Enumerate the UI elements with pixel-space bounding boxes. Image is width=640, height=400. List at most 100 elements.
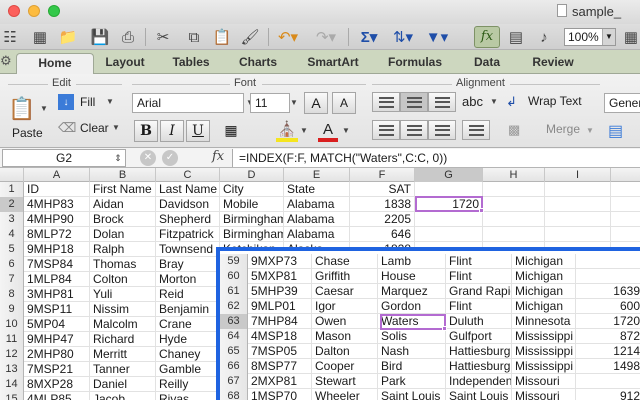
grid-cell[interactable]: Last Name xyxy=(156,182,220,197)
font-color-button[interactable]: A xyxy=(318,120,338,142)
grid-cell[interactable]: Malcolm xyxy=(90,317,156,332)
grid-cell[interactable]: 2MHP80 xyxy=(24,347,90,362)
grid-cell[interactable]: Crane xyxy=(156,317,220,332)
grid-cell[interactable]: Birmingham xyxy=(220,227,284,242)
ribbon-options-icon[interactable]: ⚙ xyxy=(0,53,14,71)
grid-cell[interactable]: State xyxy=(284,182,350,197)
grid-cell[interactable]: Alabama xyxy=(284,227,350,242)
cancel-entry-icon[interactable]: ✕ xyxy=(140,150,156,166)
row-header[interactable]: 5 xyxy=(0,242,24,257)
row-header[interactable]: 2 xyxy=(0,197,24,212)
row-header[interactable]: 11 xyxy=(0,332,24,347)
grid-cell[interactable]: Fitzpatrick xyxy=(156,227,220,242)
grid-cell[interactable] xyxy=(545,212,611,227)
tab-formulas[interactable]: Formulas xyxy=(378,53,452,74)
underline-button[interactable]: U xyxy=(186,120,210,142)
grid-cell[interactable]: 1MLP84 xyxy=(24,272,90,287)
font-color-dropdown-icon[interactable]: ▼ xyxy=(340,122,352,140)
undo-icon[interactable]: ↶▾ xyxy=(274,27,302,47)
row-header[interactable]: 10 xyxy=(0,317,24,332)
row-header[interactable]: 15 xyxy=(0,392,24,400)
grid-cell[interactable]: 9MHP18 xyxy=(24,242,90,257)
clear-button[interactable]: Clear xyxy=(80,120,109,136)
maximize-window-button[interactable] xyxy=(48,5,60,17)
grid-cell[interactable]: 4MHP83 xyxy=(24,197,90,212)
justify-button[interactable] xyxy=(462,120,490,140)
grid-cell[interactable]: Reilly xyxy=(156,377,220,392)
row-header[interactable]: 7 xyxy=(0,272,24,287)
toolbox-icon[interactable]: ▤ xyxy=(506,27,526,47)
grid-cell[interactable]: 9MHP47 xyxy=(24,332,90,347)
align-right-button[interactable] xyxy=(428,120,456,140)
save-icon[interactable]: 💾 xyxy=(90,27,110,47)
row-header[interactable]: 8 xyxy=(0,287,24,302)
merge-dropdown-icon[interactable]: ▼ xyxy=(584,122,596,140)
row-header[interactable]: 6 xyxy=(0,257,24,272)
grid-cell[interactable]: Alabama xyxy=(284,212,350,227)
align-center-button[interactable] xyxy=(400,120,428,140)
grid-cell[interactable] xyxy=(483,212,545,227)
tab-smartart[interactable]: SmartArt xyxy=(298,53,368,74)
grid-cell[interactable]: 2205 xyxy=(350,212,415,227)
tab-review[interactable]: Review xyxy=(522,53,584,74)
column-header-i[interactable]: I xyxy=(545,168,611,182)
filter-icon[interactable]: ▼▾ xyxy=(424,27,450,47)
grid-cell[interactable] xyxy=(483,182,545,197)
name-box-stepper-icon[interactable]: ⇕ xyxy=(112,149,124,167)
grid-cell[interactable] xyxy=(415,212,483,227)
fill-button[interactable]: Fill xyxy=(80,94,95,110)
grid-cell[interactable] xyxy=(483,197,545,212)
autosum-icon[interactable]: Σ▾ xyxy=(356,27,382,47)
redo-icon[interactable]: ↷▾ xyxy=(312,27,340,47)
row-header[interactable]: 4 xyxy=(0,227,24,242)
column-header-d[interactable]: D xyxy=(220,168,284,182)
grid-cell[interactable] xyxy=(545,182,611,197)
merge-icon[interactable]: ▩ xyxy=(508,122,524,138)
clipboard-icon[interactable]: 📋 xyxy=(8,96,38,122)
minimize-window-button[interactable] xyxy=(28,5,40,17)
name-box[interactable]: G2 xyxy=(2,149,126,167)
paste-icon[interactable]: 📋 xyxy=(212,27,232,47)
column-header-b[interactable]: B xyxy=(90,168,156,182)
grid-cell[interactable]: Ralph xyxy=(90,242,156,257)
cut-icon[interactable]: ✂ xyxy=(152,27,174,47)
column-header-a[interactable]: A xyxy=(24,168,90,182)
tab-data[interactable]: Data xyxy=(462,53,512,74)
sort-icon[interactable]: ⇅▾ xyxy=(390,27,416,47)
media-browser-icon[interactable]: ♪ xyxy=(534,27,554,47)
grid-cell[interactable]: 7MSP84 xyxy=(24,257,90,272)
font-size-dropdown-icon[interactable]: ▼ xyxy=(288,94,300,112)
tab-layout[interactable]: Layout xyxy=(96,53,154,74)
grid-cell[interactable]: ID xyxy=(24,182,90,197)
grid-cell[interactable]: 3MHP81 xyxy=(24,287,90,302)
eraser-icon[interactable]: ⌫ xyxy=(58,120,76,136)
help-icon[interactable]: ▦ xyxy=(622,27,640,47)
align-top-button[interactable] xyxy=(372,92,400,112)
grid-cell[interactable]: Alabama xyxy=(284,197,350,212)
fill-dropdown-icon[interactable]: ▼ xyxy=(104,93,116,111)
grid-cell[interactable]: Nissim xyxy=(90,302,156,317)
format-painter-icon[interactable]: 🖌 xyxy=(240,27,260,47)
grid-cell[interactable] xyxy=(415,182,483,197)
select-all-corner[interactable] xyxy=(0,168,24,182)
font-size-input[interactable]: 11 xyxy=(250,93,290,113)
open-folder-icon[interactable]: 📁 xyxy=(58,27,78,47)
zoom-dropdown-icon[interactable]: ▼ xyxy=(602,29,615,45)
formula-input[interactable]: =INDEX(F:F, MATCH("Waters",C:C, 0)) xyxy=(232,149,640,167)
column-header-g[interactable]: G xyxy=(415,168,483,182)
fill-color-icon[interactable]: ⛪ xyxy=(276,120,298,142)
grid-cell[interactable]: Townsend xyxy=(156,242,220,257)
align-bottom-button[interactable] xyxy=(428,92,456,112)
new-workbook-icon[interactable]: ☷ xyxy=(2,27,18,47)
insert-function-button[interactable]: fx xyxy=(212,149,224,164)
row-header[interactable]: 3 xyxy=(0,212,24,227)
grid-cell[interactable]: Thomas xyxy=(90,257,156,272)
grid-cell[interactable]: Reid xyxy=(156,287,220,302)
grid-cell[interactable]: Benjamin xyxy=(156,302,220,317)
align-middle-button[interactable] xyxy=(400,92,428,112)
tab-charts[interactable]: Charts xyxy=(228,53,288,74)
confirm-entry-icon[interactable]: ✓ xyxy=(162,150,178,166)
grid-cell[interactable]: 4MLP85 xyxy=(24,392,90,400)
clear-dropdown-icon[interactable]: ▼ xyxy=(110,119,122,137)
grid-cell[interactable]: 4MHP90 xyxy=(24,212,90,227)
